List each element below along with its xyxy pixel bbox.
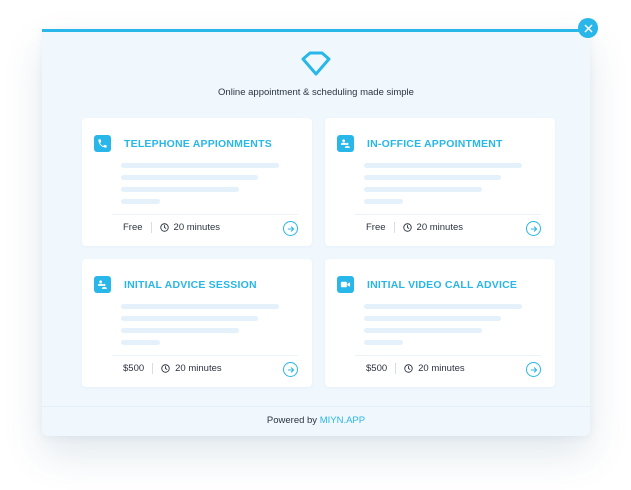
arrow-right-icon (287, 225, 294, 232)
clock-icon (159, 223, 169, 232)
description-placeholder-line (121, 340, 160, 345)
price-label: Free (366, 222, 386, 233)
footer-divider (42, 406, 590, 407)
arrow-right-button[interactable] (283, 221, 298, 236)
card-divider (355, 355, 541, 356)
appointment-card-video-call[interactable]: INITIAL VIDEO CALL ADVICE $500 20 minute… (325, 259, 555, 387)
description-placeholder-line (121, 187, 239, 192)
card-divider (112, 355, 298, 356)
people-icon (94, 276, 111, 293)
clock-icon (161, 364, 170, 373)
description-placeholder-line (364, 163, 522, 168)
card-title: TELEPHONE APPIONMENTS (124, 138, 272, 150)
card-footer: Free 20 minutes (366, 222, 463, 233)
card-title: INITIAL ADVICE SESSION (124, 279, 257, 291)
powered-by-label: Powered by (266, 415, 318, 426)
description-placeholder-line (121, 175, 258, 180)
description-placeholder-line (364, 328, 482, 333)
arrow-right-icon (530, 225, 537, 232)
separator (152, 363, 154, 374)
video-camera-icon (337, 276, 354, 293)
duration-label: 20 minutes (416, 222, 464, 233)
price-label: Free (123, 222, 143, 233)
brand-link[interactable]: MIYN.APP (320, 415, 365, 426)
diamond-logo-icon (301, 51, 331, 76)
card-footer: $500 20 minutes (123, 363, 222, 374)
price-label: $500 (123, 363, 145, 374)
card-footer: Free 20 minutes (123, 222, 220, 233)
description-placeholder-line (121, 199, 160, 204)
description-placeholder-line (364, 316, 501, 321)
card-divider (112, 214, 298, 215)
people-icon (337, 135, 354, 152)
booking-modal: Online appointment & scheduling made sim… (42, 29, 590, 436)
description-placeholder-line (364, 340, 403, 345)
clock-icon (402, 223, 412, 232)
card-title: INITIAL VIDEO CALL ADVICE (367, 279, 518, 291)
appointment-card-initial-advice[interactable]: INITIAL ADVICE SESSION $500 20 minutes (82, 259, 312, 387)
tagline: Online appointment & scheduling made sim… (218, 87, 414, 98)
duration-label: 20 minutes (418, 363, 465, 374)
arrow-right-icon (287, 366, 294, 373)
description-placeholder-line (121, 316, 258, 321)
separator (395, 363, 397, 374)
phone-icon (94, 135, 111, 152)
description-placeholder-line (364, 187, 482, 192)
arrow-right-button[interactable] (526, 362, 541, 377)
appointment-card-telephone[interactable]: TELEPHONE APPIONMENTS Free 20 minutes (82, 118, 312, 246)
description-placeholder-line (364, 304, 522, 309)
card-footer: $500 20 minutes (366, 363, 465, 374)
description-placeholder-line (121, 163, 279, 168)
appointment-card-in-office[interactable]: IN-OFFICE APPOINTMENT Free 20 minutes (325, 118, 555, 246)
clock-icon (404, 364, 413, 373)
card-divider (355, 214, 541, 215)
arrow-right-button[interactable] (526, 221, 541, 236)
powered-by: Powered by MIYN.APP (42, 415, 590, 426)
duration-label: 20 minutes (173, 222, 221, 233)
price-label: $500 (366, 363, 388, 374)
duration-label: 20 minutes (175, 363, 222, 374)
separator (150, 222, 152, 233)
arrow-right-icon (530, 366, 537, 373)
description-placeholder-line (121, 328, 239, 333)
description-placeholder-line (121, 304, 279, 309)
close-button[interactable] (578, 18, 598, 38)
separator (393, 222, 395, 233)
arrow-right-button[interactable] (283, 362, 298, 377)
description-placeholder-line (364, 199, 403, 204)
close-icon (584, 24, 592, 32)
description-placeholder-line (364, 175, 501, 180)
card-title: IN-OFFICE APPOINTMENT (367, 138, 503, 150)
